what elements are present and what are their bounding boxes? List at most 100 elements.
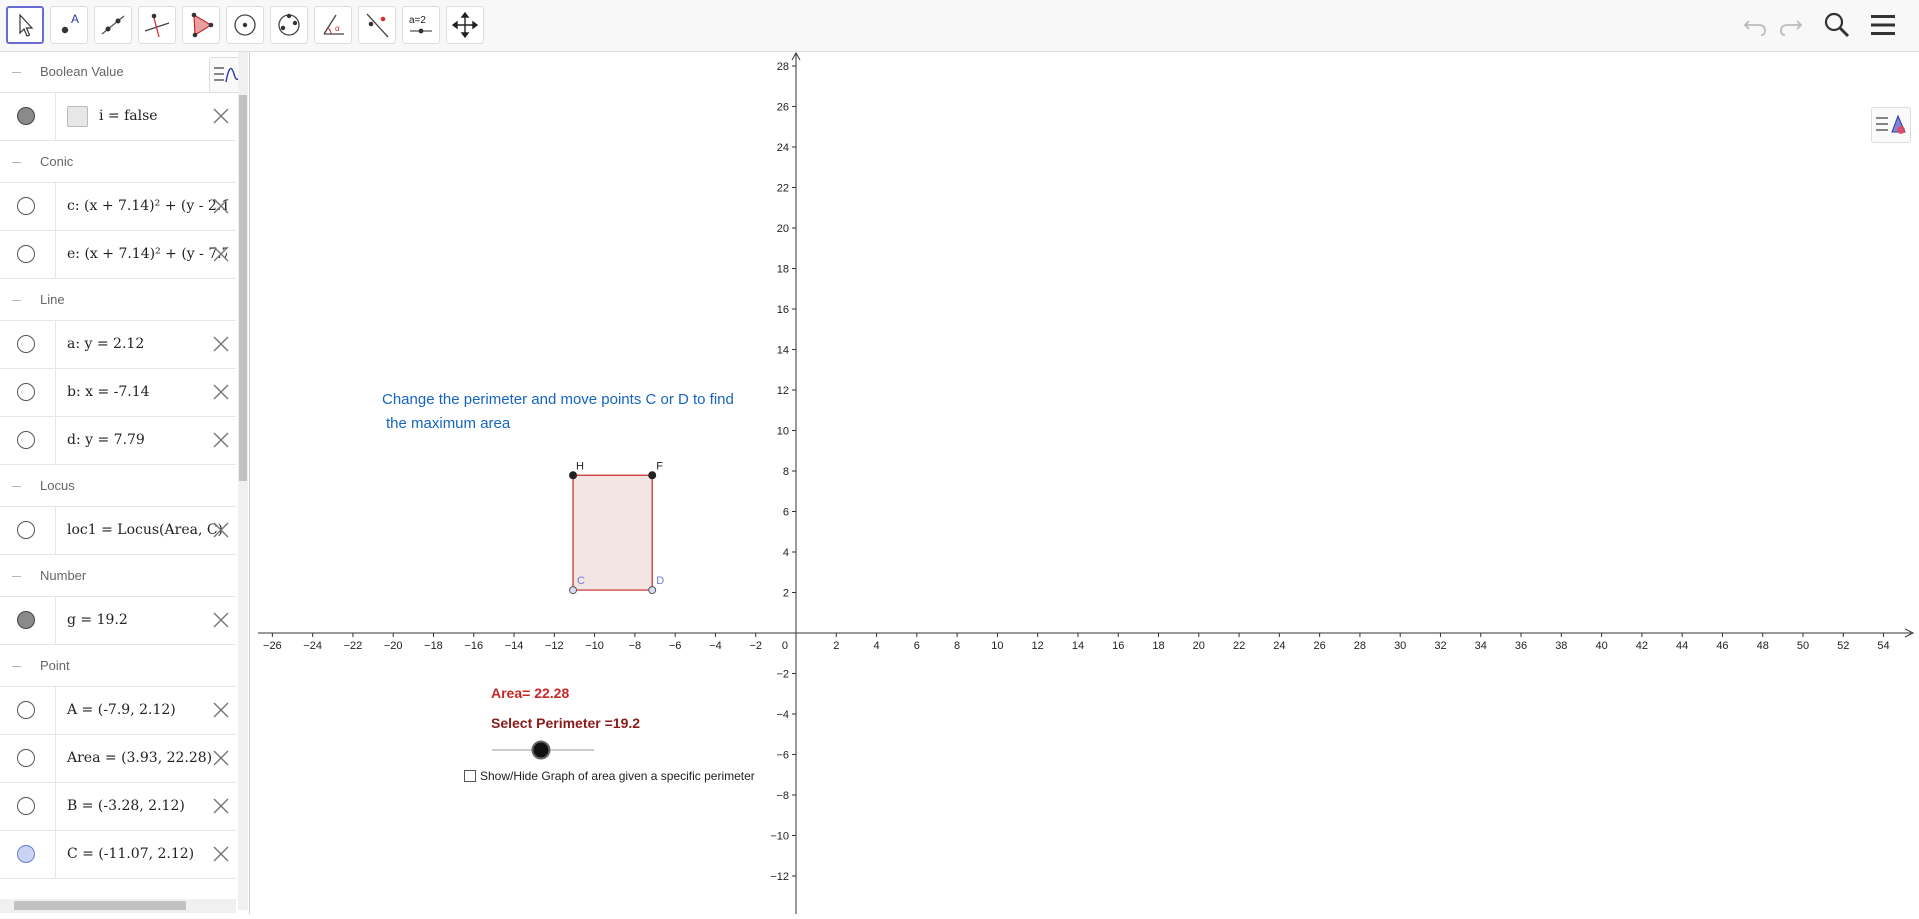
- visibility-toggle[interactable]: [17, 611, 35, 629]
- point-tool-button[interactable]: A: [50, 6, 88, 44]
- point-H[interactable]: [569, 471, 578, 480]
- algebra-item[interactable]: d: y = 7.79: [0, 417, 236, 465]
- y-tick-label: 22: [777, 183, 789, 195]
- collapse-group-icon[interactable]: [12, 576, 21, 577]
- visibility-toggle[interactable]: [17, 845, 35, 863]
- delete-item-icon[interactable]: [212, 701, 230, 719]
- delete-item-icon[interactable]: [212, 611, 230, 629]
- algebra-item[interactable]: e: (x + 7.14)² + (y - 7.79)²: [0, 231, 236, 279]
- slider-tool-button[interactable]: a=2: [402, 6, 440, 44]
- move-graphics-tool-button[interactable]: [446, 6, 484, 44]
- delete-item-icon[interactable]: [212, 197, 230, 215]
- delete-item-icon[interactable]: [212, 245, 230, 263]
- collapse-group-icon[interactable]: [12, 162, 21, 163]
- algebra-group-label: Number: [40, 568, 87, 583]
- delete-item-icon[interactable]: [212, 749, 230, 767]
- algebra-item[interactable]: g = 19.2: [0, 597, 236, 645]
- x-tick-label: 26: [1314, 640, 1326, 652]
- visibility-toggle[interactable]: [17, 197, 35, 215]
- show-graph-checkbox[interactable]: [464, 770, 476, 782]
- delete-item-icon[interactable]: [212, 335, 230, 353]
- algebra-item[interactable]: C = (-11.07, 2.12): [0, 831, 236, 879]
- y-tick-label: 4: [783, 547, 789, 559]
- move-tool-button[interactable]: [6, 6, 44, 44]
- x-tick-label: 50: [1797, 640, 1809, 652]
- algebra-item-text[interactable]: Area = (3.93, 22.28): [67, 750, 227, 766]
- x-tick-label: 14: [1072, 640, 1084, 652]
- algebra-item[interactable]: A = (-7.9, 2.12): [0, 687, 236, 735]
- visibility-toggle[interactable]: [17, 245, 35, 263]
- ellipse-tool-button[interactable]: [270, 6, 308, 44]
- algebra-item-text[interactable]: B = (-3.28, 2.12): [67, 798, 227, 814]
- visibility-toggle[interactable]: [17, 797, 35, 815]
- visibility-toggle[interactable]: [17, 335, 35, 353]
- collapse-group-icon[interactable]: [12, 666, 21, 667]
- delete-item-icon[interactable]: [212, 383, 230, 401]
- circle-tool-button[interactable]: [226, 6, 264, 44]
- algebra-group-header[interactable]: Point: [0, 646, 236, 687]
- graphics-view[interactable]: −26 −24 −22 −20 −18 −16 −14 −12 −10 −8 −6 −4 −2 2 4 6 8 1…: [258, 51, 1919, 914]
- x-tick-label: 2: [833, 640, 839, 652]
- angle-tool-button[interactable]: α: [314, 6, 352, 44]
- point-F[interactable]: [648, 471, 657, 480]
- slider-handle[interactable]: [531, 740, 551, 760]
- visibility-toggle-cell: [0, 93, 56, 140]
- rectangle-polygon[interactable]: [572, 474, 653, 591]
- algebra-item-text[interactable]: g = 19.2: [67, 612, 227, 628]
- point-C[interactable]: [569, 586, 578, 595]
- delete-item-icon[interactable]: [212, 797, 230, 815]
- graphics-canvas[interactable]: −26 −24 −22 −20 −18 −16 −14 −12 −10 −8 −6 −4 −2 2 4 6 8 1…: [258, 51, 1919, 914]
- show-graph-checkbox-row[interactable]: Show/Hide Graph of area given a specific…: [464, 769, 755, 783]
- delete-item-icon[interactable]: [212, 431, 230, 449]
- x-tick-label: −4: [709, 640, 722, 652]
- visibility-toggle[interactable]: [17, 749, 35, 767]
- perimeter-slider[interactable]: [490, 740, 600, 760]
- algebra-item[interactable]: a: y = 2.12: [0, 321, 236, 369]
- algebra-group-header[interactable]: Conic: [0, 142, 236, 183]
- visibility-toggle[interactable]: [17, 107, 35, 125]
- algebra-item-text[interactable]: d: y = 7.79: [67, 432, 227, 448]
- area-value-text: Area= 22.28: [491, 685, 570, 701]
- algebra-item[interactable]: loc1 = Locus(Area, C): [0, 507, 236, 555]
- algebra-horizontal-scroll-thumb[interactable]: [14, 901, 186, 910]
- undo-button[interactable]: [1738, 8, 1772, 42]
- delete-item-icon[interactable]: [212, 521, 230, 539]
- algebra-item-text[interactable]: e: (x + 7.14)² + (y - 7.79)²: [67, 246, 227, 262]
- visibility-toggle[interactable]: [17, 701, 35, 719]
- algebra-item[interactable]: b: x = -7.14: [0, 369, 236, 417]
- point-D[interactable]: [648, 586, 657, 595]
- algebra-group-header[interactable]: Locus: [0, 466, 236, 507]
- boolean-checkbox[interactable]: [67, 106, 88, 127]
- visibility-toggle[interactable]: [17, 383, 35, 401]
- collapse-group-icon[interactable]: [12, 486, 21, 487]
- algebra-item[interactable]: Area = (3.93, 22.28): [0, 735, 236, 783]
- x-tick-label: −12: [545, 640, 564, 652]
- algebra-vertical-scroll-thumb[interactable]: [239, 95, 247, 481]
- algebra-group-header[interactable]: Boolean Value: [0, 52, 236, 93]
- visibility-toggle[interactable]: [17, 521, 35, 539]
- visibility-toggle[interactable]: [17, 431, 35, 449]
- line-tool-button[interactable]: [94, 6, 132, 44]
- algebra-item-text[interactable]: c: (x + 7.14)² + (y - 2.12)²: [67, 198, 227, 214]
- delete-item-icon[interactable]: [212, 107, 230, 125]
- main-menu-button[interactable]: [1866, 8, 1900, 42]
- algebra-item-text[interactable]: A = (-7.9, 2.12): [67, 702, 227, 718]
- algebra-item-text[interactable]: loc1 = Locus(Area, C): [67, 522, 227, 538]
- perpendicular-tool-button[interactable]: [138, 6, 176, 44]
- collapse-group-icon[interactable]: [12, 300, 21, 301]
- algebra-item[interactable]: B = (-3.28, 2.12): [0, 783, 236, 831]
- algebra-item-text[interactable]: C = (-11.07, 2.12): [67, 846, 227, 862]
- algebra-group-header[interactable]: Number: [0, 556, 236, 597]
- algebra-item[interactable]: i = false: [0, 93, 236, 141]
- delete-item-icon[interactable]: [212, 845, 230, 863]
- algebra-item-text[interactable]: b: x = -7.14: [67, 384, 227, 400]
- polygon-tool-button[interactable]: [182, 6, 220, 44]
- algebra-item-text[interactable]: a: y = 2.12: [67, 336, 227, 352]
- search-button[interactable]: [1820, 8, 1854, 42]
- collapse-group-icon[interactable]: [12, 72, 21, 73]
- algebra-group-header[interactable]: Line: [0, 280, 236, 321]
- algebra-item[interactable]: c: (x + 7.14)² + (y - 2.12)²: [0, 183, 236, 231]
- redo-button[interactable]: [1774, 8, 1808, 42]
- reflect-tool-button[interactable]: [358, 6, 396, 44]
- graphics-style-bar-button[interactable]: [1871, 107, 1911, 143]
